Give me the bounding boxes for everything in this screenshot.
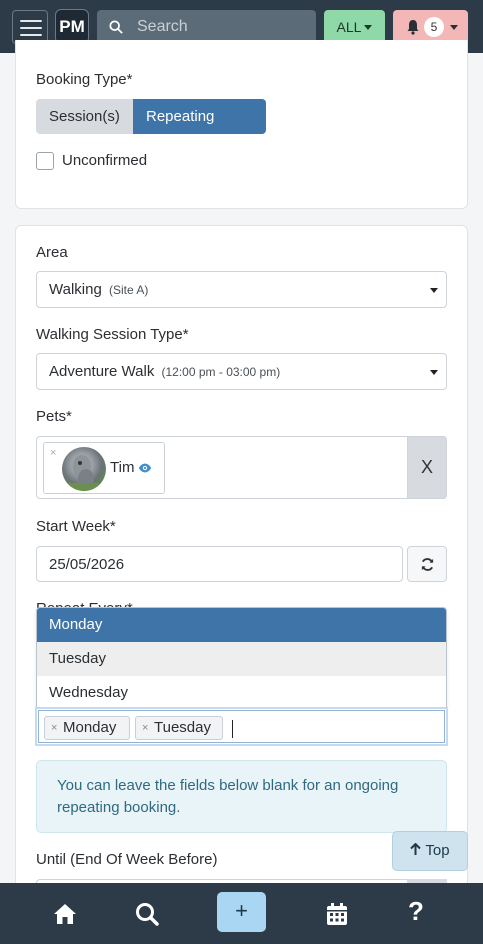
session-type-time: (12:00 pm - 03:00 pm) — [161, 365, 281, 379]
weekday-option-tuesday[interactable]: Tuesday — [37, 642, 446, 676]
search-input[interactable] — [137, 10, 307, 44]
pets-label: Pets* — [36, 408, 72, 425]
area-value: Walking — [49, 281, 102, 298]
bell-icon — [407, 20, 419, 35]
booking-type-label: Booking Type* — [36, 71, 133, 88]
pet-name: Tim — [110, 459, 135, 476]
area-site: (Site A) — [108, 283, 149, 297]
eye-icon[interactable] — [138, 461, 152, 475]
clear-pets-button[interactable]: X — [407, 436, 447, 499]
repeating-week-option-button[interactable]: Repeating Week — [133, 99, 266, 160]
app-logo[interactable]: PM — [55, 9, 89, 44]
notifications-button[interactable]: 5 — [393, 10, 468, 44]
booking-type-toggle: Session(s) Repeating Week — [36, 99, 266, 160]
help-icon[interactable]: ? — [408, 896, 424, 927]
filter-label: ALL — [336, 19, 362, 35]
session-type-value: Adventure Walk — [49, 363, 155, 380]
remove-tag-icon[interactable]: × — [51, 717, 57, 739]
remove-tag-icon[interactable]: × — [142, 717, 148, 739]
pet-chip: × Tim — [43, 442, 165, 494]
chevron-down-icon — [430, 288, 438, 293]
start-week-label: Start Week* — [36, 518, 116, 535]
remove-pet-icon[interactable]: × — [50, 447, 56, 459]
filter-dropdown-button[interactable]: ALL — [324, 10, 385, 44]
selected-day-tag: × Monday — [44, 716, 130, 740]
session-type-label: Walking Session Type* — [36, 326, 189, 343]
tag-label: Monday — [63, 719, 117, 736]
area-label: Area — [36, 244, 68, 261]
tag-label: Tuesday — [154, 719, 211, 736]
session-type-select[interactable]: Adventure Walk (12:00 pm - 03:00 pm) — [36, 353, 447, 390]
arrow-up-icon — [410, 842, 422, 855]
start-week-input[interactable] — [49, 547, 349, 581]
caret-down-icon — [450, 25, 458, 30]
start-week-field[interactable] — [36, 546, 403, 582]
until-label: Until (End Of Week Before) — [36, 851, 218, 868]
unconfirmed-checkbox[interactable] — [36, 152, 54, 170]
sessions-option-button[interactable]: Session(s) — [36, 99, 133, 134]
weekday-option-monday[interactable]: Monday — [37, 608, 446, 642]
refresh-date-button[interactable] — [407, 546, 447, 582]
home-icon[interactable] — [52, 901, 78, 927]
search-box[interactable] — [97, 10, 316, 44]
selected-day-tag: × Tuesday — [135, 716, 223, 740]
area-select[interactable]: Walking (Site A) — [36, 271, 447, 308]
repeat-every-multiselect[interactable]: × Monday × Tuesday — [35, 707, 448, 746]
back-to-top-button[interactable]: Top — [392, 831, 468, 871]
bottom-navbar: + ? — [0, 883, 483, 944]
weekday-option-wednesday[interactable]: Wednesday — [37, 676, 446, 708]
calendar-icon[interactable] — [324, 901, 350, 927]
notification-count-badge: 5 — [424, 17, 444, 37]
text-cursor — [232, 720, 233, 738]
add-booking-button[interactable]: + — [217, 892, 266, 932]
weekday-dropdown: Monday Tuesday Wednesday — [36, 607, 447, 709]
pets-multiselect[interactable]: × Tim X — [36, 436, 447, 499]
chevron-down-icon — [430, 370, 438, 375]
info-alert: You can leave the fields below blank for… — [36, 760, 447, 833]
unconfirmed-label: Unconfirmed — [62, 152, 148, 169]
caret-down-icon — [364, 25, 373, 30]
menu-toggle-button[interactable] — [12, 10, 48, 44]
refresh-icon — [421, 558, 434, 571]
search-icon[interactable] — [134, 901, 160, 927]
top-label: Top — [425, 842, 450, 859]
search-icon — [109, 20, 123, 34]
pet-avatar — [62, 447, 106, 491]
